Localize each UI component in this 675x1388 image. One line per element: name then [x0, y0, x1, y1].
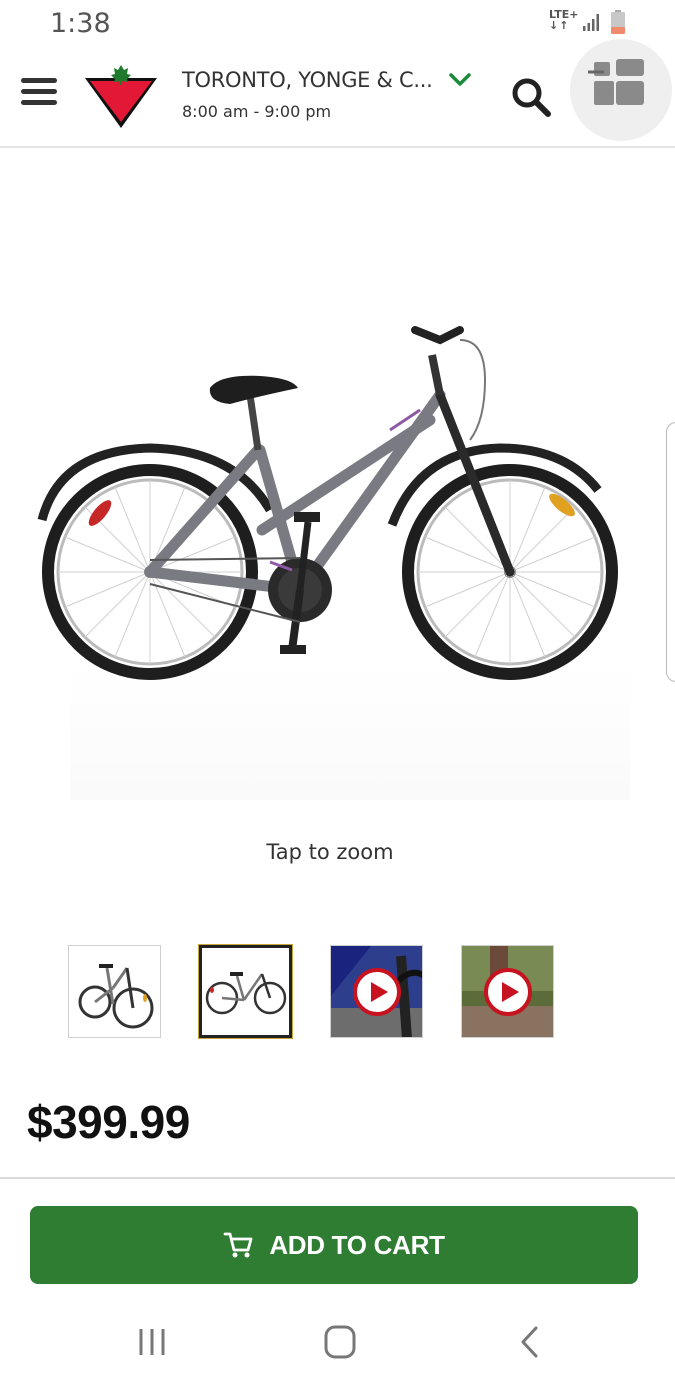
cart-button[interactable]	[570, 39, 672, 141]
recent-apps-icon[interactable]	[132, 1324, 172, 1360]
thumbnail-strip	[0, 945, 675, 1040]
add-to-cart-bar: ADD TO CART	[0, 1179, 675, 1296]
cart-icon	[588, 59, 644, 105]
thumbnail-video-1[interactable]	[330, 945, 423, 1038]
menu-icon-bar	[21, 78, 57, 83]
product-price: $399.99	[27, 1096, 190, 1148]
store-hours: 8:00 am - 9:00 pm	[182, 102, 332, 121]
thumbnail-video-2[interactable]	[461, 945, 554, 1038]
canadian-tire-logo[interactable]	[82, 62, 160, 130]
chevron-down-icon[interactable]	[448, 70, 472, 90]
signal-icon	[583, 14, 599, 31]
thumbnail-image-2[interactable]	[199, 945, 292, 1038]
system-nav-bar	[0, 1296, 675, 1388]
bicycle-image	[37, 326, 618, 680]
network-indicator: LTE+ ↓↑	[549, 9, 578, 31]
menu-icon-bar	[21, 100, 57, 105]
back-icon[interactable]	[510, 1324, 550, 1360]
menu-icon-bar	[21, 89, 57, 94]
video-thumbnail	[331, 946, 422, 1037]
add-to-cart-button[interactable]: ADD TO CART	[30, 1206, 638, 1284]
thumbnail-image-1[interactable]	[68, 945, 161, 1038]
home-icon[interactable]	[320, 1324, 360, 1360]
tap-to-zoom-hint: Tap to zoom	[266, 840, 394, 864]
search-icon[interactable]	[508, 74, 554, 120]
cart-icon	[223, 1232, 253, 1258]
product-image[interactable]	[30, 300, 640, 710]
app-header: TORONTO, YONGE & C... 8:00 am - 9:00 pm	[0, 39, 675, 148]
bicycle-thumbnail	[205, 972, 287, 1015]
add-to-cart-label: ADD TO CART	[269, 1229, 445, 1260]
bicycle-thumbnail	[78, 964, 154, 1029]
side-drawer-handle[interactable]	[666, 422, 675, 682]
menu-button[interactable]	[21, 78, 57, 110]
video-thumbnail	[462, 946, 553, 1037]
status-time: 1:38	[50, 8, 111, 39]
network-activity-icon: ↓↑	[549, 19, 570, 32]
battery-icon	[611, 10, 625, 34]
store-name[interactable]: TORONTO, YONGE & C...	[182, 68, 433, 92]
